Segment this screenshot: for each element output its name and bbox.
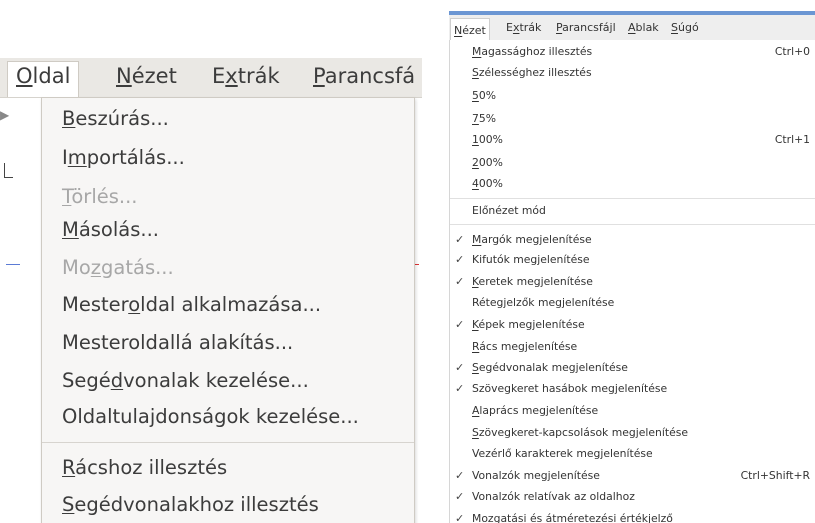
menu-nezet[interactable]: Nézet bbox=[108, 62, 185, 90]
menu-sugo[interactable]: Súgó bbox=[668, 21, 702, 35]
menu-item-alaprracs-megjelenitese[interactable]: Alaprács megjelenítése bbox=[472, 404, 598, 418]
checkmark-icon: ✓ bbox=[455, 469, 465, 482]
checkmark-icon: ✓ bbox=[455, 275, 465, 288]
menu-nezet[interactable]: Nézet bbox=[450, 18, 490, 41]
menu-item-importalas[interactable]: Importálás... bbox=[62, 145, 185, 171]
menu-item-szelesseghez-illesztes[interactable]: Szélességhez illesztés bbox=[472, 66, 592, 80]
menu-item-keretek-megjelenitese[interactable]: Keretek megjelenítése bbox=[472, 275, 593, 289]
menu-item-elonezet-mod[interactable]: Előnézet mód bbox=[472, 204, 546, 218]
menu-item-masolas[interactable]: Másolás... bbox=[62, 217, 159, 243]
menu-item-mozgatasi-ertekjelzo[interactable]: Mozgatási és átméretezési értékjelző bbox=[472, 512, 673, 523]
menu-item-zoom-400[interactable]: 400% bbox=[472, 177, 503, 191]
menubar: Oldal Nézet Extrák Parancsfá bbox=[0, 58, 422, 98]
menu-item-beszuras[interactable]: Beszúrás... bbox=[62, 106, 169, 132]
nezet-dropdown-menu: Magassághoz illesztés Ctrl+0 Szélességhe… bbox=[449, 40, 815, 523]
menu-oldal[interactable]: Oldal bbox=[7, 61, 80, 97]
left-zoomed-panel: ▶ Oldal Nézet Extrák Parancsfá Beszúrás.… bbox=[0, 0, 422, 523]
menu-item-segedvonalakhoz-illesztes[interactable]: Segédvonalakhoz illesztés bbox=[62, 492, 319, 518]
shortcut-label: Ctrl+0 bbox=[774, 45, 810, 58]
checkmark-icon: ✓ bbox=[455, 490, 465, 503]
shortcut-label: Ctrl+Shift+R bbox=[740, 469, 810, 482]
menu-item-zoom-200[interactable]: 200% bbox=[472, 156, 503, 170]
menu-item-mesteroldal-alkalmazasa[interactable]: Mesteroldal alkalmazása... bbox=[62, 292, 321, 318]
menu-item-szovegkeret-hasabok-megjelenitese[interactable]: Szövegkeret hasábok megjelenítése bbox=[472, 382, 667, 396]
menu-item-magassaghoz-illesztes[interactable]: Magassághoz illesztés bbox=[472, 45, 592, 59]
menu-extrak[interactable]: Extrák bbox=[503, 21, 544, 35]
checkmark-icon: ✓ bbox=[455, 361, 465, 374]
menu-item-oldaltulajdonsagok-kezelese[interactable]: Oldaltulajdonságok kezelése... bbox=[62, 404, 359, 430]
menu-item-vonalzok-relativak[interactable]: Vonalzók relatívak az oldalhoz bbox=[472, 490, 635, 504]
menu-item-kepek-megjelenitese[interactable]: Képek megjelenítése bbox=[472, 318, 585, 332]
menu-item-vonalzok-megjelenitese[interactable]: Vonalzók megjelenítése bbox=[472, 469, 600, 483]
menu-item-zoom-100[interactable]: 100% bbox=[472, 133, 503, 147]
right-menu-panel: Nézet Extrák Parancsfájl Ablak Súgó Maga… bbox=[449, 0, 815, 523]
menu-item-margok-megjelenitese[interactable]: Margók megjelenítése bbox=[472, 233, 592, 247]
checkmark-icon: ✓ bbox=[455, 382, 465, 395]
menu-parancsfajl[interactable]: Parancsfájl bbox=[553, 21, 619, 35]
menu-item-vezerlo-karakterek-megjelenitese[interactable]: Vezérlő karakterek megjelenítése bbox=[472, 447, 653, 461]
checkmark-icon: ✓ bbox=[455, 512, 465, 523]
menubar: Nézet Extrák Parancsfájl Ablak Súgó bbox=[449, 15, 815, 41]
menu-item-segedvonalak-kezelese[interactable]: Segédvonalak kezelése... bbox=[62, 368, 309, 394]
oldal-dropdown-menu: Beszúrás... Importálás... Törlés... Máso… bbox=[41, 97, 415, 523]
checkmark-icon: ✓ bbox=[455, 233, 465, 246]
menu-item-szovegkeret-kapcsolasok-megjelenitese[interactable]: Szövegkeret-kapcsolások megjelenítése bbox=[472, 426, 688, 440]
menu-item-zoom-75[interactable]: 75% bbox=[472, 112, 496, 126]
menu-item-racshoz-illesztes[interactable]: Rácshoz illesztés bbox=[62, 455, 227, 481]
checkmark-icon: ✓ bbox=[455, 318, 465, 331]
menu-extrak[interactable]: Extrák bbox=[204, 62, 288, 90]
ruler-corner-mark bbox=[4, 163, 13, 178]
menu-separator bbox=[42, 442, 414, 443]
menu-item-mesteroldalla-alakitas[interactable]: Mesteroldallá alakítás... bbox=[62, 330, 293, 356]
checkmark-icon: ✓ bbox=[455, 253, 465, 266]
menu-item-mozgatas: Mozgatás... bbox=[62, 256, 174, 279]
menu-parancsfajl[interactable]: Parancsfá bbox=[305, 62, 422, 90]
menu-item-racs-megjelenitese[interactable]: Rács megjelenítése bbox=[472, 340, 577, 354]
menu-separator bbox=[450, 224, 815, 225]
guide-line bbox=[6, 264, 20, 265]
menu-item-zoom-50[interactable]: 50% bbox=[472, 89, 496, 103]
menu-item-segedvonalak-megjelenitese[interactable]: Segédvonalak megjelenítése bbox=[472, 361, 628, 375]
menu-ablak[interactable]: Ablak bbox=[625, 21, 662, 35]
menu-separator bbox=[450, 198, 815, 199]
shortcut-label: Ctrl+1 bbox=[774, 133, 810, 146]
scroll-arrow-icon: ▶ bbox=[0, 108, 10, 122]
menu-item-retegjelzok-megjelenitese[interactable]: Rétegjelzők megjelenítése bbox=[472, 296, 614, 310]
menu-item-kifutok-megjelenitese[interactable]: Kifutók megjelenítése bbox=[472, 253, 590, 267]
menu-item-torles: Törlés... bbox=[62, 185, 138, 208]
